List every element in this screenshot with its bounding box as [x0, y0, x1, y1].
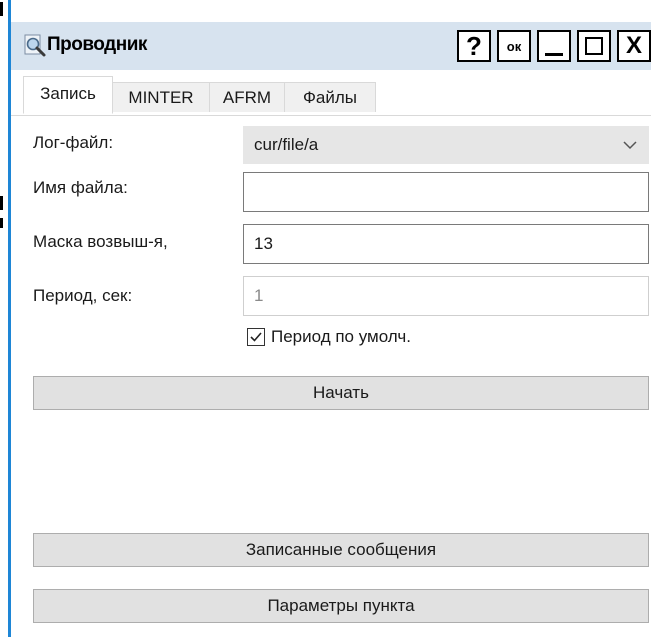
- period-label: Период, сек:: [33, 286, 133, 305]
- period-input[interactable]: 1: [243, 276, 649, 316]
- tab-minter[interactable]: MINTER: [112, 82, 210, 112]
- log-file-select[interactable]: cur/file/a: [243, 126, 649, 164]
- point-params-button[interactable]: Параметры пункта: [33, 589, 649, 623]
- tab-record[interactable]: Запись: [23, 76, 113, 114]
- help-button[interactable]: ?: [457, 30, 491, 62]
- default-period-checkbox[interactable]: [247, 328, 265, 346]
- maximize-button[interactable]: [577, 30, 611, 62]
- minimize-icon: [545, 52, 563, 56]
- recorded-messages-button[interactable]: Записанные сообщения: [33, 533, 649, 567]
- chevron-down-icon: [622, 127, 638, 163]
- background-mark: [0, 196, 3, 210]
- window-title: Проводник: [47, 34, 147, 55]
- background-mark: [0, 218, 3, 228]
- tab-strip: Запись MINTER AFRM Файлы: [11, 76, 651, 116]
- magnifier-icon: [23, 34, 47, 58]
- background-mark: [0, 2, 3, 16]
- log-file-value: cur/file/a: [254, 135, 319, 154]
- explorer-window: Проводник ? ок X Запись MINTER AFRM Файл…: [8, 0, 651, 637]
- tab-afrm[interactable]: AFRM: [209, 82, 285, 112]
- title-bar[interactable]: Проводник ? ок X: [11, 22, 651, 70]
- file-name-input[interactable]: [243, 172, 649, 212]
- tab-files[interactable]: Файлы: [284, 82, 376, 112]
- mask-input[interactable]: 13: [243, 224, 649, 264]
- log-file-label: Лог-файл:: [33, 133, 114, 152]
- checkmark-icon: [250, 332, 262, 342]
- close-button[interactable]: X: [617, 30, 651, 62]
- tab-divider: [11, 115, 651, 116]
- minimize-button[interactable]: [537, 30, 571, 62]
- file-name-label: Имя файла:: [33, 178, 128, 197]
- ok-button[interactable]: ок: [497, 30, 531, 62]
- maximize-icon: [585, 37, 603, 55]
- start-button[interactable]: Начать: [33, 376, 649, 410]
- mask-label: Маска возвыш-я,: [33, 232, 168, 251]
- default-period-label: Период по умолч.: [271, 327, 411, 346]
